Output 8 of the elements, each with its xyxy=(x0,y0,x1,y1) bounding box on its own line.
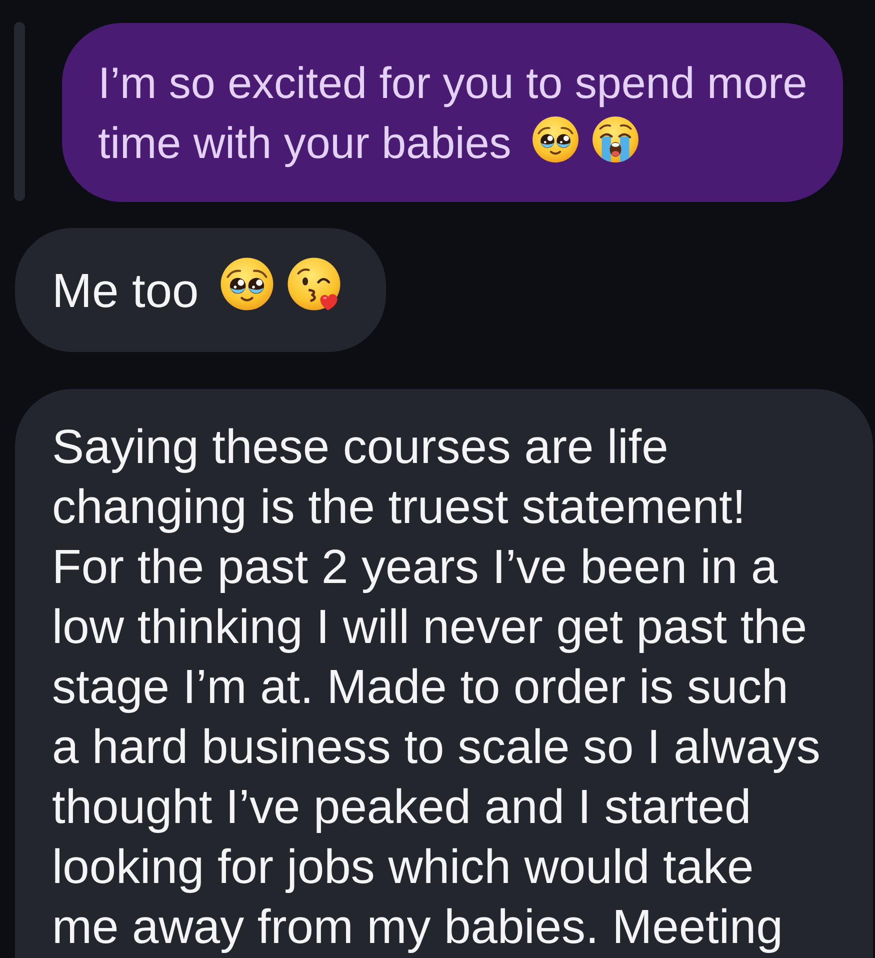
pleading-face-icon xyxy=(531,115,580,164)
message-text: time with your babies xyxy=(98,119,512,168)
message-text: Me too xyxy=(52,265,199,318)
crying-face-icon xyxy=(591,115,640,164)
pleading-face-icon xyxy=(218,256,275,312)
message-text: Saying these courses are life changing is the truest statement! For the past 2 years I’ve been in a low thinking I will never get past the stage I’m at. Made to order is such a hard business to scale so I always thought I’ve peaked and I started looking for jobs which would take me away from my babies. Meeting xyxy=(52,420,822,956)
message-text: I’m so excited for you to spend more xyxy=(98,59,808,108)
kissing-face-icon xyxy=(286,256,342,312)
